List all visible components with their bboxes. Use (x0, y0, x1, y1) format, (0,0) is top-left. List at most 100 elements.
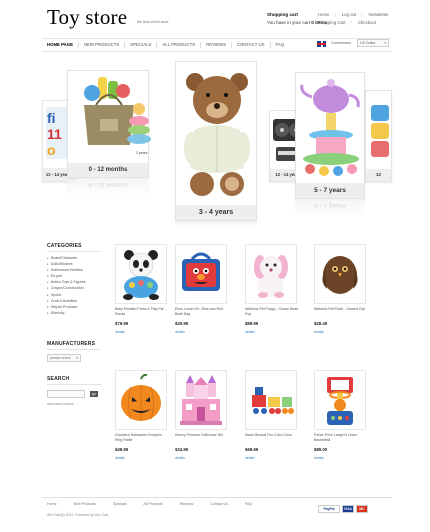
product-card[interactable]: Mack Musical Fun Choo Choo $69.99 detail… (245, 370, 297, 470)
product-card[interactable]: Baby Einstein Press & Play Pal - Panda $… (115, 244, 167, 344)
search-input[interactable] (47, 390, 85, 398)
product-image[interactable] (175, 244, 227, 304)
dollhouse-image (180, 375, 222, 425)
product-details-link[interactable]: details (314, 456, 324, 460)
footer-link-new-products[interactable]: New Products (74, 502, 96, 506)
panda-toy-image (123, 250, 159, 300)
product-details-link[interactable]: details (314, 330, 324, 334)
plush-puppy-image (254, 255, 288, 298)
product-name[interactable]: Webkinz Pet Puppy - Cream Bead Pup (245, 307, 299, 317)
product-details-link[interactable]: details (175, 330, 185, 334)
product-price: $89.99 (245, 321, 259, 326)
store-logo[interactable]: Toy store (47, 5, 127, 30)
link-shopping-cart[interactable]: Shopping Cart (318, 19, 345, 27)
carousel-card-far-right[interactable]: 12 (365, 90, 392, 182)
search-go-button[interactable]: go (90, 391, 98, 397)
product-details-link[interactable]: details (115, 330, 125, 334)
product-card[interactable]: Grandeur Halloween Pumpkin Ring Rattle $… (115, 370, 167, 470)
carousel-reflection-text-right: 5 - 7 years (314, 202, 346, 209)
product-details-link[interactable]: details (115, 456, 125, 460)
search-divider (47, 384, 101, 385)
product-name[interactable]: Fisher-Price Laugh N Learn Basketball (314, 433, 368, 443)
nav-all-products[interactable]: ALL PRODUCTS (157, 42, 202, 48)
product-details-link[interactable]: details (245, 456, 255, 460)
nav-faq[interactable]: FAQ (271, 42, 290, 48)
carousel-reflection-center (175, 222, 257, 228)
store-tagline: the best online store (137, 20, 169, 24)
footer-link-home[interactable]: Home (47, 502, 57, 506)
top-links: Home | Log out | Newsletter Shopping Cart |… (318, 11, 389, 27)
category-item[interactable]: Crayon/Construction (47, 285, 86, 291)
link-home[interactable]: Home (318, 11, 329, 19)
product-price: $89.00 (314, 447, 328, 452)
carousel-card-right[interactable]: 5 - 7 years (295, 72, 365, 199)
categories-list: Board/Character Dolls/Stickers Dollhouse… (47, 255, 86, 316)
link-newsletter[interactable]: Newsletter (368, 11, 388, 19)
currency-label: Currencies: (331, 40, 352, 45)
footer-link-reviews[interactable]: Reviews (180, 502, 194, 506)
product-card[interactable]: Elmo Lunch Kit - Blue and Red Book Bag $… (175, 244, 227, 344)
product-image[interactable] (314, 244, 366, 304)
product-image[interactable] (245, 370, 297, 430)
copyright: Zen Cart(c) 2011. Powered by Zen Cart. (47, 513, 110, 517)
product-name[interactable]: Webkinz Pet Plush - Gamed Owl (314, 307, 368, 312)
product-image[interactable] (175, 370, 227, 430)
product-image[interactable] (245, 244, 297, 304)
carousel-card-center[interactable]: 3 - 4 years (175, 61, 257, 221)
product-card[interactable]: Disney Princess Dollhouse Set $34.99 det… (175, 370, 227, 470)
manufacturers-divider (47, 349, 101, 350)
categories-divider (47, 251, 101, 252)
product-details-link[interactable]: details (245, 330, 255, 334)
search-title: SEARCH (47, 376, 70, 382)
product-details-link[interactable]: details (175, 456, 185, 460)
visa-icon: VISA (342, 505, 354, 513)
tea-set-toy-image (300, 79, 360, 176)
product-name[interactable]: Mack Musical Fun Choo Choo (245, 433, 299, 438)
advanced-search-link[interactable]: advanced search (47, 402, 74, 406)
product-price: $49.99 (115, 447, 129, 452)
link-checkout[interactable]: Checkout (358, 19, 376, 27)
product-name[interactable]: Disney Princess Dollhouse Set (175, 433, 229, 438)
basketball-toy-image (327, 377, 353, 425)
product-image[interactable] (314, 370, 366, 430)
product-name[interactable]: Baby Einstein Press & Play Pal - Panda (115, 307, 169, 317)
footer-divider (42, 497, 392, 498)
manufacturers-select[interactable]: please select ▾ (47, 354, 81, 362)
product-card[interactable]: Webkinz Pet Plush - Gamed Owl $28.49 det… (314, 244, 366, 344)
pumpkin-rattle-image (121, 373, 161, 421)
currency-value: US Dollar (360, 41, 376, 45)
category-item[interactable]: Ethnicity (47, 310, 86, 316)
payment-icons: PayPal VISA MC (318, 505, 368, 513)
product-name[interactable]: Elmo Lunch Kit - Blue and Red Book Bag (175, 307, 229, 317)
footer-link-all-products[interactable]: All Products (143, 502, 162, 506)
product-price: $34.99 (175, 447, 189, 452)
product-price: $69.99 (245, 447, 259, 452)
activity-toy-image (371, 105, 389, 157)
footer-link-faq[interactable]: FAQ (245, 502, 252, 506)
currency-select[interactable]: US Dollar ▾ (357, 39, 389, 47)
product-name[interactable]: Grandeur Halloween Pumpkin Ring Rattle (115, 433, 169, 443)
nav-reviews[interactable]: REVIEWS (201, 42, 232, 48)
teddy-bear-image (184, 73, 250, 196)
nav-new-products[interactable]: NEW PRODUCTS (79, 42, 126, 48)
footer-link-specials[interactable]: Specials (113, 502, 127, 506)
product-card[interactable]: Webkinz Pet Puppy - Cream Bead Pup $89.9… (245, 244, 299, 344)
uk-flag-icon[interactable] (317, 41, 326, 47)
product-image[interactable] (115, 370, 167, 430)
mastercard-icon: MC (356, 505, 368, 513)
product-card[interactable]: Fisher-Price Laugh N Learn Basketball $8… (314, 370, 366, 470)
nav-contact-us[interactable]: CONTACT US (232, 42, 271, 48)
cart-title[interactable]: Shopping cart (267, 12, 298, 17)
carousel-card-left[interactable]: 3 years 0 - 12 months (67, 70, 151, 178)
carousel[interactable]: fi 11 o 12 - 14 years 3 years 0 - 12 mon… (42, 58, 392, 228)
product-image[interactable] (115, 244, 167, 304)
footer-link-contact-us[interactable]: Contact Us (210, 502, 228, 506)
footer-links: Home New Products Specials All Products … (47, 502, 268, 506)
product-price: $79.99 (115, 321, 129, 326)
plush-owl-image (322, 256, 358, 294)
link-logout[interactable]: Log out (342, 11, 356, 19)
product-price: $28.49 (314, 321, 328, 326)
nav-specials[interactable]: SPECIALS (125, 42, 158, 48)
nav-home-page[interactable]: HOME PAGE (42, 42, 79, 48)
carousel-label-left: 0 - 12 months (68, 163, 148, 177)
